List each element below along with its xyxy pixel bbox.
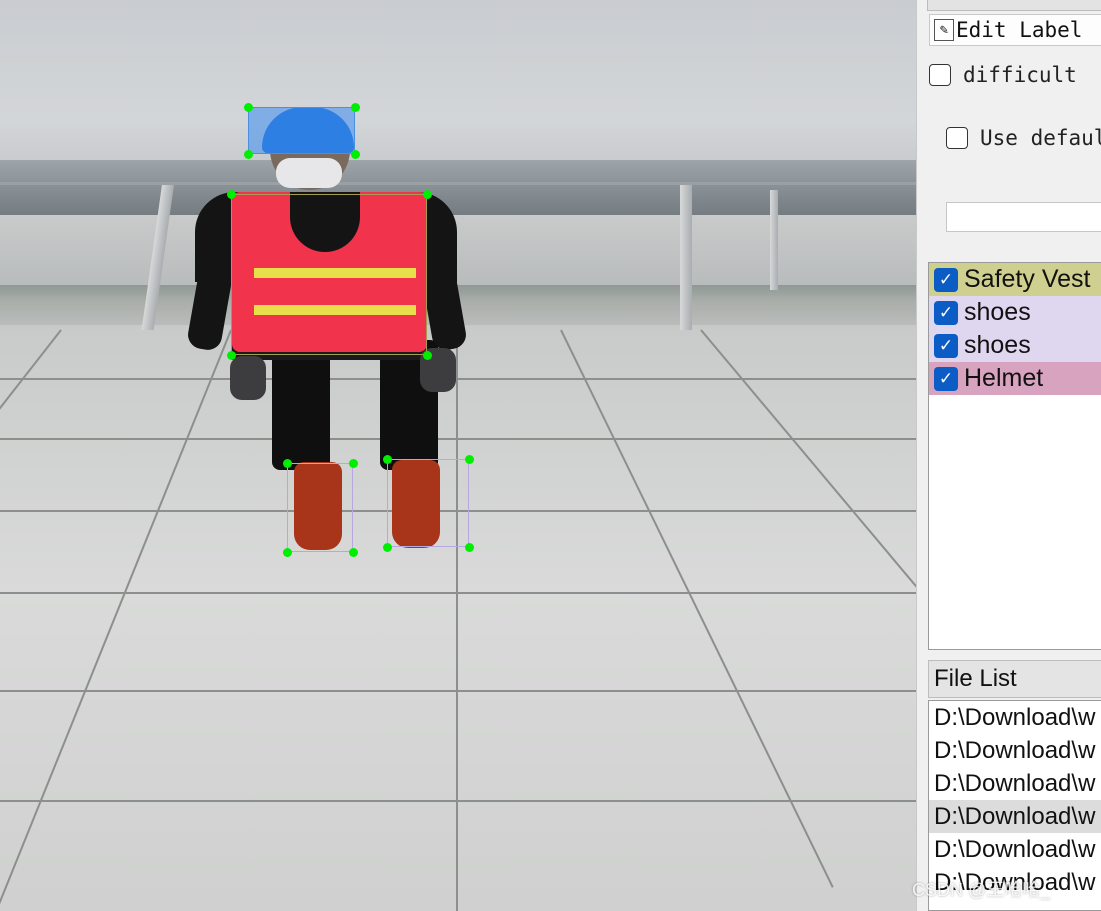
railing	[0, 182, 916, 185]
check-icon[interactable]: ✓	[934, 267, 958, 292]
bbox-handle[interactable]	[383, 455, 392, 464]
bbox-handle[interactable]	[349, 548, 358, 557]
bbox-handle[interactable]	[423, 190, 432, 199]
label-list-item[interactable]: ✓ Safety Vest	[929, 263, 1101, 296]
file-list-item[interactable]: D:\Download\w	[929, 701, 1101, 734]
watermark: CSDN @王哈哈_	[912, 880, 1051, 900]
bbox-handle[interactable]	[383, 543, 392, 552]
check-icon[interactable]: ✓	[934, 333, 958, 358]
check-icon[interactable]: ✓	[934, 366, 958, 391]
use-default-label-checkbox[interactable]	[946, 127, 968, 149]
right-dock-panel: ✎ Edit Label difficult Use defaul ✓ Safe…	[916, 0, 1101, 911]
label-list-item[interactable]: ✓ shoes	[929, 296, 1101, 329]
bbox-handle[interactable]	[423, 351, 432, 360]
use-default-label-row[interactable]: Use defaul	[946, 126, 1101, 150]
bbox-shoes[interactable]	[387, 459, 469, 547]
bbox-handle[interactable]	[351, 103, 360, 112]
bbox-handle[interactable]	[227, 190, 236, 199]
file-list-item[interactable]: D:\Download\w	[929, 767, 1101, 800]
bbox-handle[interactable]	[351, 150, 360, 159]
dock-title-strip	[927, 0, 1101, 11]
file-list-item[interactable]: D:\Download\w	[929, 833, 1101, 866]
image-canvas[interactable]	[0, 0, 916, 911]
bbox-handle[interactable]	[244, 103, 253, 112]
difficult-checkbox-row[interactable]: difficult	[929, 63, 1077, 87]
edit-pencil-icon: ✎	[934, 19, 954, 41]
bbox-handle[interactable]	[465, 455, 474, 464]
bbox-helmet[interactable]	[248, 107, 355, 154]
bbox-handle[interactable]	[283, 459, 292, 468]
bbox-handle[interactable]	[283, 548, 292, 557]
default-label-input[interactable]	[946, 202, 1101, 232]
parapet-wall	[0, 215, 916, 285]
label-list-item[interactable]: ✓ shoes	[929, 329, 1101, 362]
file-list-item[interactable]: D:\Download\w	[929, 734, 1101, 767]
file-list-header: File List	[928, 660, 1101, 698]
label-list-item-name: Helmet	[964, 364, 1044, 392]
label-list-item-name: shoes	[964, 298, 1031, 326]
bbox-handle[interactable]	[349, 459, 358, 468]
bbox-handle[interactable]	[465, 543, 474, 552]
label-list[interactable]: ✓ Safety Vest ✓ shoes ✓ shoes ✓ Helmet	[928, 262, 1101, 650]
edit-label-text: Edit Label	[956, 18, 1083, 42]
railing-post	[770, 190, 778, 290]
bbox-safety-vest[interactable]	[231, 194, 427, 355]
label-list-item[interactable]: ✓ Helmet	[929, 362, 1101, 395]
difficult-label: difficult	[963, 63, 1077, 87]
file-list-item[interactable]: D:\Download\w	[929, 800, 1101, 833]
bbox-handle[interactable]	[227, 351, 236, 360]
bbox-handle[interactable]	[244, 150, 253, 159]
use-default-label-text: Use defaul	[980, 126, 1101, 150]
bbox-shoes[interactable]	[287, 463, 353, 552]
label-list-item-name: shoes	[964, 331, 1031, 359]
difficult-checkbox[interactable]	[929, 64, 951, 86]
check-icon[interactable]: ✓	[934, 300, 958, 325]
label-list-item-name: Safety Vest	[964, 265, 1091, 293]
edit-label-button[interactable]: ✎ Edit Label	[929, 14, 1101, 46]
railing-post	[680, 185, 692, 335]
left-glove	[230, 356, 266, 400]
face-mask	[276, 158, 342, 188]
tiled-floor	[0, 329, 916, 911]
